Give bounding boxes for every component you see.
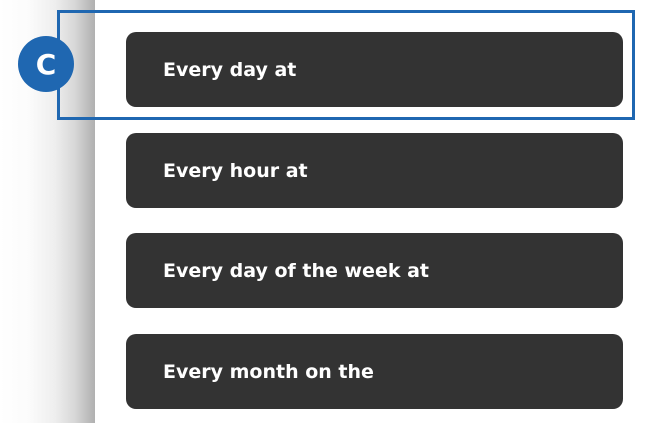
callout-letter: C <box>35 47 57 81</box>
option-every-hour-at[interactable]: Every hour at <box>126 133 623 208</box>
option-label: Every hour at <box>163 159 308 182</box>
option-every-day-at[interactable]: Every day at <box>126 32 623 107</box>
option-label: Every month on the <box>163 360 374 383</box>
option-label: Every day at <box>163 58 297 81</box>
option-every-month-on-the[interactable]: Every month on the <box>126 334 623 409</box>
callout-badge: C <box>18 36 74 92</box>
option-label: Every day of the week at <box>163 259 429 282</box>
option-every-day-of-the-week-at[interactable]: Every day of the week at <box>126 233 623 308</box>
